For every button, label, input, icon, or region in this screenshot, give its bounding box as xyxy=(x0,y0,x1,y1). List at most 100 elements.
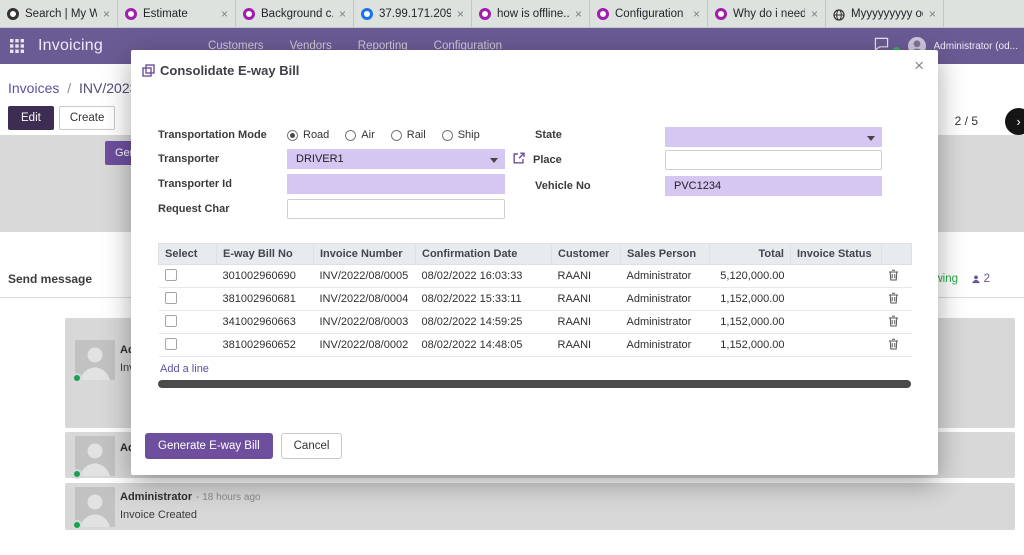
app-name[interactable]: Invoicing xyxy=(38,37,103,55)
col-delete xyxy=(881,243,912,265)
edit-button[interactable]: Edit xyxy=(8,106,54,130)
request-char-input[interactable] xyxy=(287,199,505,219)
state-select[interactable] xyxy=(665,127,882,147)
tab-close-icon[interactable]: × xyxy=(575,7,582,21)
message-time: - 18 hours ago xyxy=(196,492,261,503)
delete-row-button[interactable] xyxy=(881,310,912,334)
state-label: State xyxy=(535,129,562,141)
cell-sales-person: Administrator xyxy=(620,264,710,288)
user-menu[interactable]: Administrator (od... xyxy=(934,41,1018,52)
follower-person-icon xyxy=(971,275,980,284)
table-row[interactable]: 301002960690 INV/2022/08/0005 08/02/2022… xyxy=(158,264,912,288)
delete-row-button[interactable] xyxy=(881,333,912,357)
followers-counter[interactable]: 2 xyxy=(971,273,990,285)
tab-close-icon[interactable]: × xyxy=(693,7,700,21)
trash-icon xyxy=(888,269,898,280)
col-eway-bill-no[interactable]: E-way Bill No xyxy=(216,243,314,265)
message-avatar xyxy=(72,340,115,383)
table-row[interactable]: 341002960663 INV/2022/08/0003 08/02/2022… xyxy=(158,310,912,334)
send-message-tab[interactable]: Send message xyxy=(8,272,92,286)
browser-tab[interactable]: Configuration × xyxy=(590,0,708,27)
col-customer[interactable]: Customer xyxy=(551,243,621,265)
browser-tab[interactable]: Search | My W... × xyxy=(0,0,118,27)
browser-tab[interactable]: Background c... × xyxy=(236,0,354,27)
table-row[interactable]: 381002960652 INV/2022/08/0002 08/02/2022… xyxy=(158,333,912,357)
cell-total: 5,120,000.00 xyxy=(709,264,791,288)
col-confirmation-date[interactable]: Confirmation Date xyxy=(415,243,552,265)
delete-row-button[interactable] xyxy=(881,264,912,288)
transporter-select[interactable]: DRIVER1 xyxy=(287,149,505,169)
browser-tab[interactable]: 37.99.171.209 × xyxy=(354,0,472,27)
col-select[interactable]: Select xyxy=(158,243,217,265)
cell-invoice-number: INV/2022/08/0003 xyxy=(313,310,416,334)
tab-close-icon[interactable]: × xyxy=(103,7,110,21)
radio-rail-icon[interactable] xyxy=(390,129,402,141)
pager-next-button[interactable]: › xyxy=(1005,108,1024,135)
tab-close-icon[interactable]: × xyxy=(339,7,346,21)
tab-close-icon[interactable]: × xyxy=(457,7,464,21)
breadcrumb-current: INV/2023 xyxy=(79,80,138,96)
table-row[interactable]: 381002960681 INV/2022/08/0004 08/02/2022… xyxy=(158,287,912,311)
browser-tab-label: Background c... xyxy=(261,7,333,20)
eway-bill-lines-table: Select E-way Bill No Invoice Number Conf… xyxy=(158,243,912,357)
tab-close-icon[interactable]: × xyxy=(929,7,936,21)
cell-invoice-number: INV/2022/08/0005 xyxy=(313,264,416,288)
breadcrumb: Invoices / INV/2023 xyxy=(8,80,137,96)
radio-road[interactable]: Road xyxy=(287,129,329,141)
col-sales-person[interactable]: Sales Person xyxy=(620,243,710,265)
chatter-message: Administrator - 18 hours ago Invoice Crea… xyxy=(65,483,1015,530)
place-input[interactable] xyxy=(665,150,882,170)
radio-ship-icon[interactable] xyxy=(441,129,453,141)
browser-tab[interactable]: Estimate × xyxy=(118,0,236,27)
delete-row-button[interactable] xyxy=(881,287,912,311)
vehicle-no-input[interactable] xyxy=(665,176,882,196)
cell-confirmation-date: 08/02/2022 14:59:25 xyxy=(415,310,552,334)
radio-road-icon[interactable] xyxy=(287,129,298,141)
transporter-id-input[interactable] xyxy=(287,174,505,194)
record-pager: 2 / 5 xyxy=(954,114,978,128)
cell-eway-bill-no: 341002960663 xyxy=(216,310,314,334)
col-invoice-status[interactable]: Invoice Status xyxy=(790,243,882,265)
browser-tab[interactable]: how is offline... × xyxy=(472,0,590,27)
tab-favicon-icon xyxy=(125,7,137,20)
generate-eway-bill-button[interactable]: Generate E-way Bill xyxy=(145,433,273,459)
radio-ship[interactable]: Ship xyxy=(441,129,480,141)
tab-close-icon[interactable]: × xyxy=(811,7,818,21)
radio-rail[interactable]: Rail xyxy=(390,129,426,141)
internal-link-icon[interactable] xyxy=(512,151,526,170)
row-checkbox[interactable] xyxy=(164,314,177,327)
breadcrumb-invoices-link[interactable]: Invoices xyxy=(8,80,59,96)
row-checkbox[interactable] xyxy=(164,291,177,304)
add-a-line-link[interactable]: Add a line xyxy=(160,363,209,375)
close-icon[interactable]: × xyxy=(914,57,924,74)
apps-grid-icon[interactable] xyxy=(10,39,24,53)
message-avatar xyxy=(72,436,115,479)
horizontal-scrollbar[interactable] xyxy=(158,380,911,388)
transporter-value: DRIVER1 xyxy=(296,153,344,165)
tab-favicon-icon xyxy=(479,7,491,20)
cell-customer: RAANI xyxy=(551,264,621,288)
browser-tab-label: Estimate xyxy=(143,7,188,20)
browser-tab[interactable]: Myyyyyyyyy od... × xyxy=(826,0,944,27)
row-checkbox[interactable] xyxy=(164,337,177,350)
tab-close-icon[interactable]: × xyxy=(221,7,228,21)
table-header-row: Select E-way Bill No Invoice Number Conf… xyxy=(158,243,912,265)
online-status-icon xyxy=(72,520,82,530)
modal-title: Consolidate E-way Bill xyxy=(160,63,300,78)
radio-air[interactable]: Air xyxy=(345,129,375,141)
cancel-button[interactable]: Cancel xyxy=(280,433,343,459)
col-total[interactable]: Total xyxy=(709,243,791,265)
cell-total: 1,152,000.00 xyxy=(709,287,791,311)
cell-total: 1,152,000.00 xyxy=(709,310,791,334)
create-button[interactable]: Create xyxy=(58,106,116,130)
row-checkbox[interactable] xyxy=(164,268,177,281)
col-invoice-number[interactable]: Invoice Number xyxy=(313,243,416,265)
online-status-icon xyxy=(72,469,82,479)
follower-count: 2 xyxy=(983,273,990,285)
trash-icon xyxy=(888,338,898,349)
radio-air-icon[interactable] xyxy=(345,129,357,141)
browser-tab[interactable]: Why do i need... × xyxy=(708,0,826,27)
browser-tab-label: Search | My W... xyxy=(25,7,97,20)
screen: Search | My W... × Estimate × Background… xyxy=(0,0,1024,555)
transportation-mode-radio-group: Road Air Rail Ship xyxy=(287,129,480,141)
